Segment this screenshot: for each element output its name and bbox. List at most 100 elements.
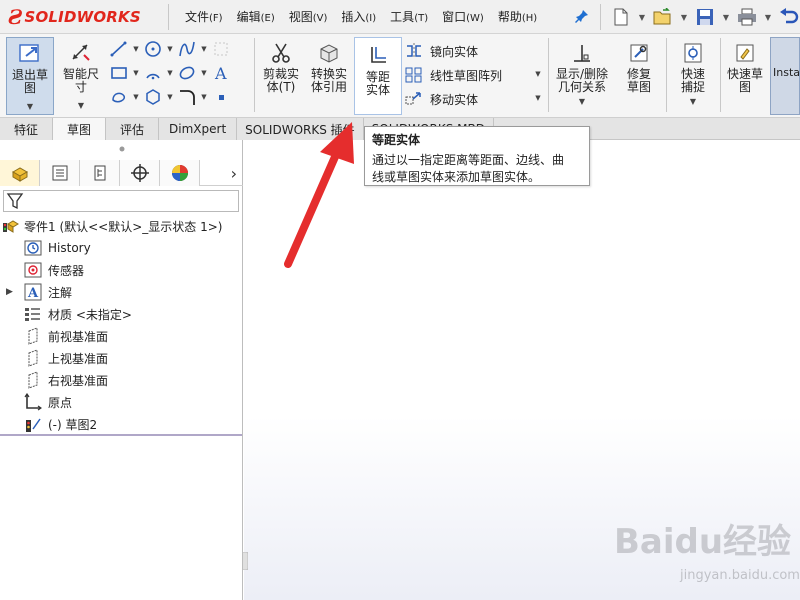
point-button[interactable] (210, 87, 232, 107)
origin-icon (24, 393, 42, 411)
divider (720, 38, 721, 112)
new-dropdown-arrow[interactable]: ▼ (638, 5, 646, 29)
linear-pattern-icon (404, 66, 424, 84)
line-button[interactable] (108, 39, 130, 59)
mirror-entities-label: 镜向实体 (430, 44, 479, 59)
chevron-down-icon[interactable]: ▼ (534, 70, 542, 78)
circle-button[interactable] (142, 39, 164, 59)
tree-item-origin[interactable]: 原点 (24, 391, 72, 413)
tree-item-history[interactable]: History (24, 237, 91, 259)
tab-display-manager[interactable] (160, 160, 200, 186)
tree-item-label: History (48, 241, 91, 255)
plane-button[interactable] (210, 39, 232, 59)
sketch-tools-row-3: ▼ ▼ ▼ (108, 87, 232, 107)
trim-entities-button[interactable]: 剪裁实体(T) (258, 37, 304, 115)
tree-item-sketch2[interactable]: (-) 草图2 (24, 413, 97, 435)
ds-logo-icon: Ƨ (8, 5, 23, 29)
chevron-down-icon[interactable]: ▼ (200, 69, 208, 77)
chevron-down-icon[interactable]: ▼ (166, 45, 174, 53)
new-document-icon (614, 8, 628, 26)
rapid-sketch-button[interactable]: 快速草图 (722, 37, 768, 115)
print-button[interactable] (734, 5, 760, 29)
solidworks-logo[interactable]: Ƨ SOLIDWORKS (8, 5, 141, 29)
text-button[interactable]: A (210, 63, 232, 83)
quick-snaps-button[interactable]: 快速捕捉 ▼ (670, 37, 716, 115)
chevron-down-icon[interactable]: ▼ (7, 103, 53, 111)
menu-file[interactable]: 文件(F) (178, 8, 230, 25)
offset-entities-tooltip: 等距实体 通过以一指定距离等距面、边线、曲 线或草图实体来添加草图实体。 (364, 126, 590, 186)
arc-button[interactable] (142, 63, 164, 83)
offset-entities-button[interactable]: 等距实体 (354, 37, 402, 115)
chevron-down-icon[interactable]: ▼ (166, 69, 174, 77)
linear-pattern-label: 线性草图阵列 (430, 68, 503, 83)
title-bar: Ƨ SOLIDWORKS 文件(F) 编辑(E) 视图(V) 插入(I) 工具(… (0, 0, 800, 34)
tree-item-front-plane[interactable]: 前视基准面 (24, 325, 108, 347)
spline-button[interactable] (176, 39, 198, 59)
chevron-down-icon[interactable]: ▼ (534, 94, 542, 102)
chevron-down-icon[interactable]: ▼ (670, 98, 716, 106)
menu-tools[interactable]: 工具(T) (383, 8, 435, 25)
new-document-button[interactable] (608, 5, 634, 29)
menu-insert[interactable]: 插入(I) (334, 8, 383, 25)
move-entities-button[interactable]: 移动实体 (404, 88, 478, 110)
slot-button[interactable] (108, 87, 130, 107)
tree-item-annotations[interactable]: ▶ A 注解 (6, 281, 72, 303)
tree-item-label: 前视基准面 (48, 329, 109, 344)
save-dropdown-arrow[interactable]: ▼ (722, 5, 730, 29)
undo-icon (780, 8, 799, 24)
tab-evaluate[interactable]: 评估 (106, 118, 160, 140)
panel-grip[interactable] (0, 140, 243, 158)
menu-view[interactable]: 视图(V) (282, 8, 335, 25)
open-button[interactable] (650, 5, 676, 29)
tree-filter-input[interactable] (3, 190, 239, 212)
smart-dimension-button[interactable]: 智能尺寸 ▼ (58, 37, 104, 115)
chevron-down-icon[interactable]: ▼ (132, 45, 140, 53)
chevron-down-icon[interactable]: ▼ (58, 102, 104, 110)
offset-entities-icon (371, 47, 386, 63)
tree-item-sensors[interactable]: 传感器 (24, 259, 84, 281)
tree-item-top-plane[interactable]: 上视基准面 (24, 347, 108, 369)
chevron-down-icon[interactable]: ▼ (132, 69, 140, 77)
pin-icon[interactable] (574, 8, 590, 24)
tree-root-part[interactable]: 零件1 (默认<<默认>_显示状态 1>) (2, 215, 222, 237)
chevron-down-icon[interactable]: ▼ (200, 45, 208, 53)
menu-help[interactable]: 帮助(H) (491, 8, 544, 25)
tab-dimxpert[interactable]: DimXpert (159, 118, 238, 140)
chevron-down-icon[interactable]: ▼ (200, 93, 208, 101)
print-dropdown-arrow[interactable]: ▼ (764, 5, 772, 29)
undo-button[interactable] (776, 5, 800, 29)
linear-pattern-button[interactable]: 线性草图阵列 (404, 64, 502, 86)
tab-sketch[interactable]: 草图 (53, 118, 107, 140)
baidu-watermark: Baidu经验 jingyan.baidu.com (614, 514, 800, 600)
tab-features[interactable]: 特征 (0, 118, 54, 140)
instant2d-button[interactable]: Insta (770, 37, 800, 115)
rollback-bar[interactable] (0, 434, 242, 436)
chevron-right-icon[interactable]: › (200, 160, 243, 186)
tab-configuration-manager[interactable] (80, 160, 120, 186)
ellipse-button[interactable] (176, 63, 198, 83)
mirror-entities-button[interactable]: 镜向实体 (404, 40, 478, 62)
display-relations-button[interactable]: 显示/删除几何关系 ▼ (552, 37, 612, 115)
tree-item-right-plane[interactable]: 右视基准面 (24, 369, 108, 391)
menu-window[interactable]: 窗口(W) (435, 8, 491, 25)
rectangle-button[interactable] (108, 63, 130, 83)
tree-item-material[interactable]: 材质 <未指定> (24, 303, 132, 325)
polygon-button[interactable] (142, 87, 164, 107)
tab-property-manager[interactable] (40, 160, 80, 186)
fillet-button[interactable] (176, 87, 198, 107)
exit-sketch-button[interactable]: 退出草图 ▼ (6, 37, 54, 115)
chevron-down-icon[interactable]: ▼ (132, 93, 140, 101)
rapid-sketch-label: 快速草图 (726, 67, 763, 94)
tooltip-title: 等距实体 (372, 133, 421, 147)
history-icon (24, 239, 42, 257)
repair-sketch-button[interactable]: 修复草图 (616, 37, 662, 115)
save-button[interactable] (692, 5, 718, 29)
open-dropdown-arrow[interactable]: ▼ (680, 5, 688, 29)
chevron-down-icon[interactable]: ▼ (552, 98, 612, 106)
chevron-down-icon[interactable]: ▼ (166, 93, 174, 101)
convert-entities-button[interactable]: 转换实体引用 (306, 37, 352, 115)
tab-dimxpert-manager[interactable] (120, 160, 160, 186)
tab-feature-manager[interactable] (0, 160, 40, 186)
menu-edit[interactable]: 编辑(E) (230, 8, 282, 25)
expand-arrow-icon[interactable]: ▶ (6, 287, 18, 297)
